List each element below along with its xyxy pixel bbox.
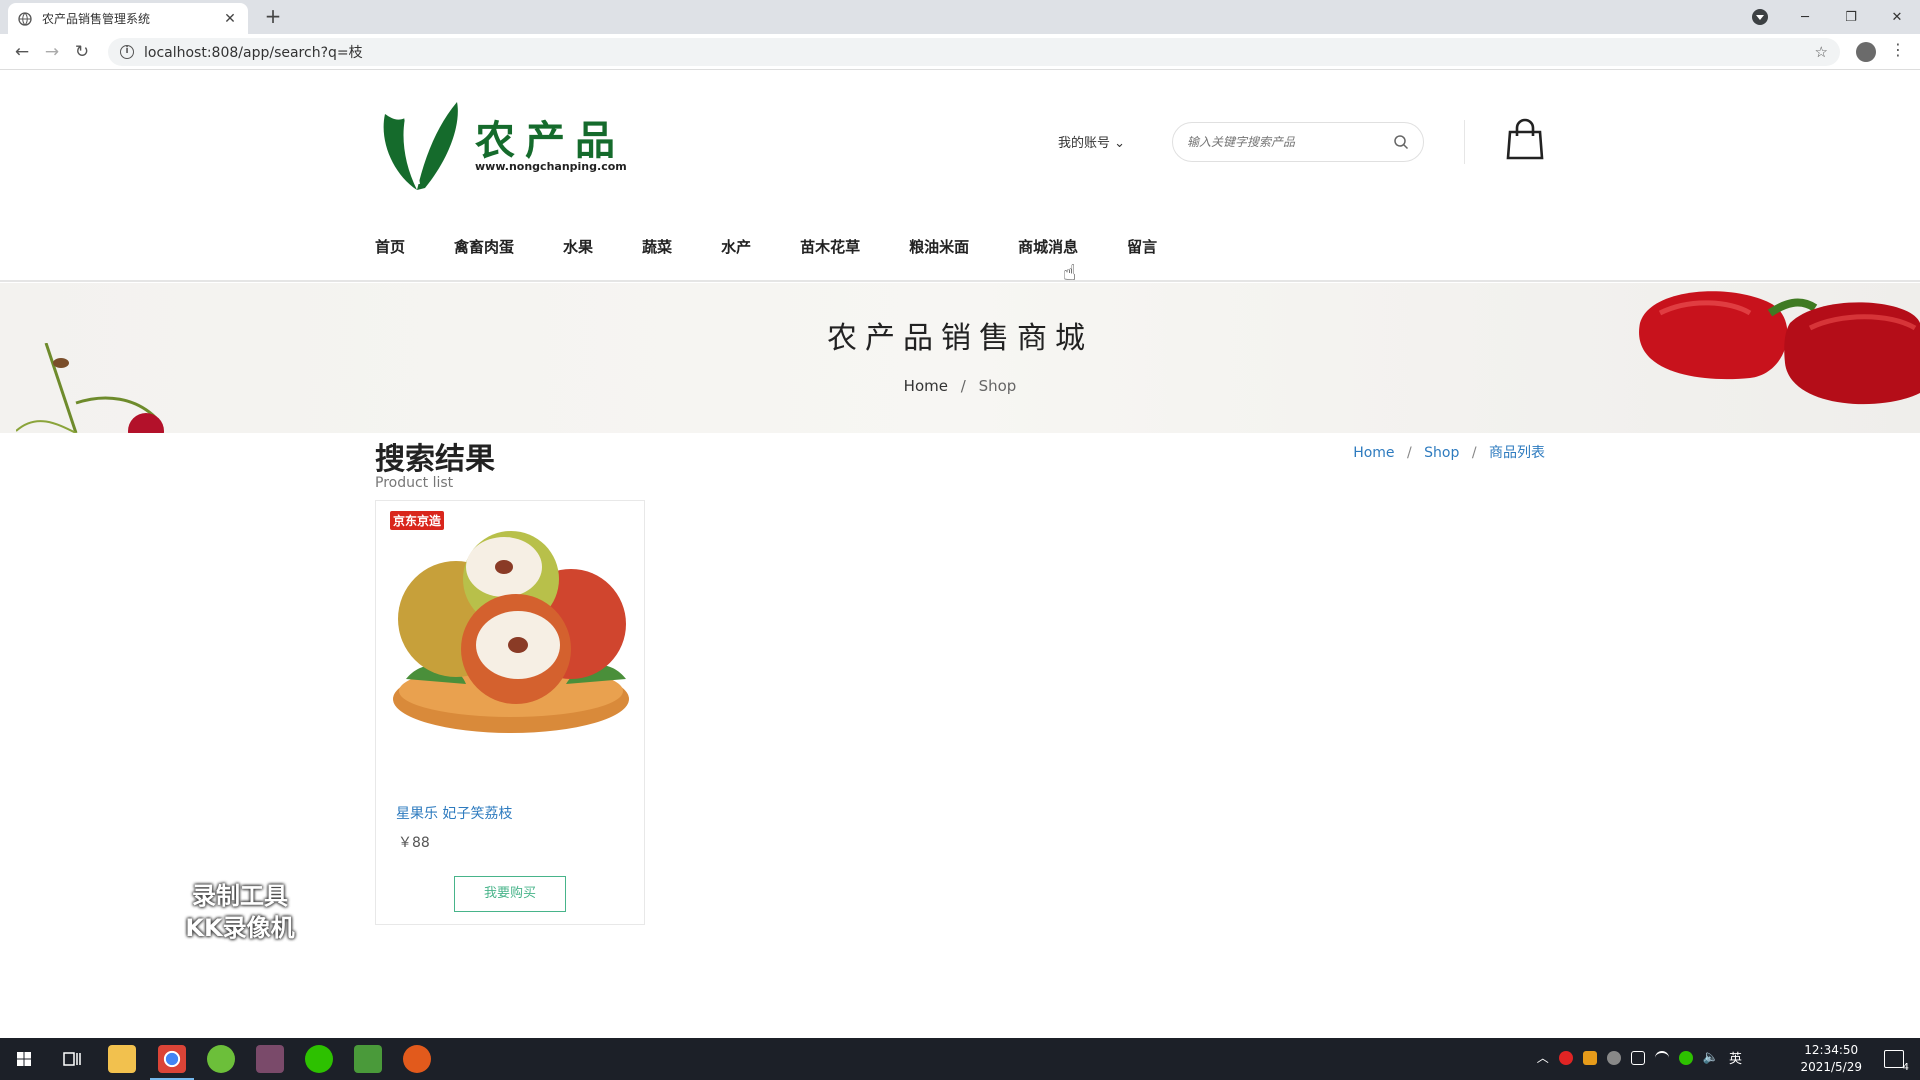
header-divider xyxy=(1464,120,1465,164)
nav-mall-news[interactable]: 商城消息 xyxy=(1018,236,1078,260)
tab-title: 农产品销售管理系统 xyxy=(42,12,151,26)
browser-tab[interactable]: 农产品销售管理系统 ✕ xyxy=(8,3,248,34)
globe-icon xyxy=(18,11,32,26)
file-explorer-icon[interactable] xyxy=(108,1045,136,1073)
browser-menu-icon[interactable]: ⋮ xyxy=(1890,40,1906,59)
main-navigation: 首页 禽畜肉蛋 水果 蔬菜 水产 苗木花草 粮油米面 商城消息 留言 xyxy=(375,236,1206,260)
page-banner: 农产品销售商城 Home / Shop xyxy=(0,283,1920,433)
nav-nursery[interactable]: 苗木花草 xyxy=(800,236,860,260)
new-tab-button[interactable]: + xyxy=(260,4,286,30)
window-controls: ─ ❐ ✕ xyxy=(1782,0,1920,34)
recorder-watermark: 录制工具 KK录像机 xyxy=(160,880,320,944)
windows-taskbar: ︿ 🔈 英 12:34:50 2021/5/29 4 xyxy=(0,1038,1920,1080)
tray-wechat-icon[interactable] xyxy=(1678,1050,1693,1065)
site-logo[interactable]: 农产品 www.nongchanping.com xyxy=(375,96,635,192)
nav-divider xyxy=(0,280,1920,282)
logo-url: www.nongchanping.com xyxy=(475,160,627,173)
nav-messages[interactable]: 留言 xyxy=(1127,236,1157,260)
minimize-button[interactable]: ─ xyxy=(1782,10,1828,25)
my-account-dropdown[interactable]: 我的账号 ⌄ xyxy=(1058,132,1125,151)
forward-button[interactable]: → xyxy=(40,40,64,64)
system-tray: ︿ 🔈 英 xyxy=(1537,1048,1742,1067)
logo-text: 农产品 xyxy=(475,117,625,164)
bookmark-star-icon[interactable]: ☆ xyxy=(1815,43,1828,61)
nav-home[interactable]: 首页 xyxy=(375,236,405,260)
chrome-icon[interactable] xyxy=(158,1045,186,1073)
web-page: 农产品 www.nongchanping.com 我的账号 ⌄ 首页 禽畜肉蛋 … xyxy=(0,70,1920,1038)
nav-fruit[interactable]: 水果 xyxy=(563,236,593,260)
search-input[interactable] xyxy=(1187,135,1393,149)
product-search-box xyxy=(1172,122,1424,162)
crumb-shop[interactable]: Shop xyxy=(1424,445,1459,461)
tray-app-orange-icon[interactable] xyxy=(1582,1050,1597,1065)
brand-tag: 京东京造 xyxy=(390,511,445,530)
recorder-app-icon[interactable] xyxy=(403,1045,431,1073)
crumb-home[interactable]: Home xyxy=(1353,445,1394,461)
browser-tab-strip: 农产品销售管理系统 ✕ + ─ ❐ ✕ xyxy=(0,0,1920,34)
task-view-icon[interactable] xyxy=(58,1045,86,1073)
taskbar-clock[interactable]: 12:34:50 2021/5/29 xyxy=(1800,1042,1862,1076)
product-name-link[interactable]: 星果乐 妃子笑荔枝 xyxy=(396,803,512,823)
crumb-current[interactable]: 商品列表 xyxy=(1489,445,1545,461)
wechat-icon[interactable] xyxy=(305,1045,333,1073)
search-icon[interactable] xyxy=(1393,134,1409,150)
product-price: ￥88 xyxy=(398,835,430,851)
tab-close-icon[interactable]: ✕ xyxy=(222,11,238,27)
watermark-line-1: 录制工具 xyxy=(192,882,288,910)
address-bar-row: ← → ↻ i localhost:808/app/search?q=枝 ☆ ⋮ xyxy=(0,34,1920,70)
back-button[interactable]: ← xyxy=(10,40,34,64)
tray-wifi-icon[interactable] xyxy=(1654,1050,1669,1065)
shopping-bag-icon[interactable] xyxy=(1504,118,1546,162)
lychee-product-image[interactable] xyxy=(386,509,636,739)
tray-app-gray-icon[interactable] xyxy=(1606,1050,1621,1065)
site-info-icon[interactable]: i xyxy=(120,45,134,59)
watermark-line-2: KK录像机 xyxy=(185,914,295,942)
notepad-icon[interactable] xyxy=(354,1045,382,1073)
tab-search-icon[interactable] xyxy=(1752,9,1768,25)
app-purple-icon[interactable] xyxy=(256,1045,284,1073)
input-language-indicator[interactable]: 英 xyxy=(1729,1048,1742,1067)
notification-count: 4 xyxy=(1902,1062,1909,1073)
search-results-heading: 搜索结果 xyxy=(375,442,495,477)
app-green-icon[interactable] xyxy=(207,1045,235,1073)
crumb-separator: / xyxy=(1471,445,1477,461)
clock-date: 2021/5/29 xyxy=(1800,1060,1862,1074)
url-text[interactable]: localhost:808/app/search?q=枝 xyxy=(144,42,1815,62)
profile-avatar-icon[interactable] xyxy=(1856,42,1876,62)
close-window-button[interactable]: ✕ xyxy=(1874,10,1920,25)
product-card: 京东京造 星果乐 妃子笑荔枝 ￥88 我要购买 xyxy=(375,500,645,925)
leaf-logo-icon xyxy=(383,102,458,190)
url-bar[interactable]: i localhost:808/app/search?q=枝 ☆ xyxy=(108,38,1840,66)
nav-livestock[interactable]: 禽畜肉蛋 xyxy=(454,236,514,260)
tray-app-red-icon[interactable] xyxy=(1558,1050,1573,1065)
tray-battery-icon[interactable] xyxy=(1630,1050,1645,1065)
restore-button[interactable]: ❐ xyxy=(1828,10,1874,25)
tray-expand-icon[interactable]: ︿ xyxy=(1537,1049,1549,1066)
tray-volume-icon[interactable]: 🔈 xyxy=(1703,1050,1719,1065)
windows-start-icon[interactable] xyxy=(10,1045,38,1073)
clock-time: 12:34:50 xyxy=(1804,1043,1859,1057)
search-results-subheading: Product list xyxy=(375,475,454,491)
nav-aquatic[interactable]: 水产 xyxy=(721,236,751,260)
banner-crumb-separator: / xyxy=(960,377,966,395)
banner-crumb-current: Shop xyxy=(978,377,1017,395)
crumb-separator: / xyxy=(1406,445,1412,461)
red-pepper-decoration-icon xyxy=(1639,291,1920,405)
reload-button[interactable]: ↻ xyxy=(70,40,94,64)
banner-crumb-home[interactable]: Home xyxy=(904,377,948,395)
content-breadcrumb: Home / Shop / 商品列表 xyxy=(1353,442,1545,462)
nav-vegetables[interactable]: 蔬菜 xyxy=(642,236,672,260)
notification-center-icon[interactable]: 4 xyxy=(1884,1050,1909,1073)
nav-grain-oil[interactable]: 粮油米面 xyxy=(909,236,969,260)
buy-now-button[interactable]: 我要购买 xyxy=(454,876,566,912)
